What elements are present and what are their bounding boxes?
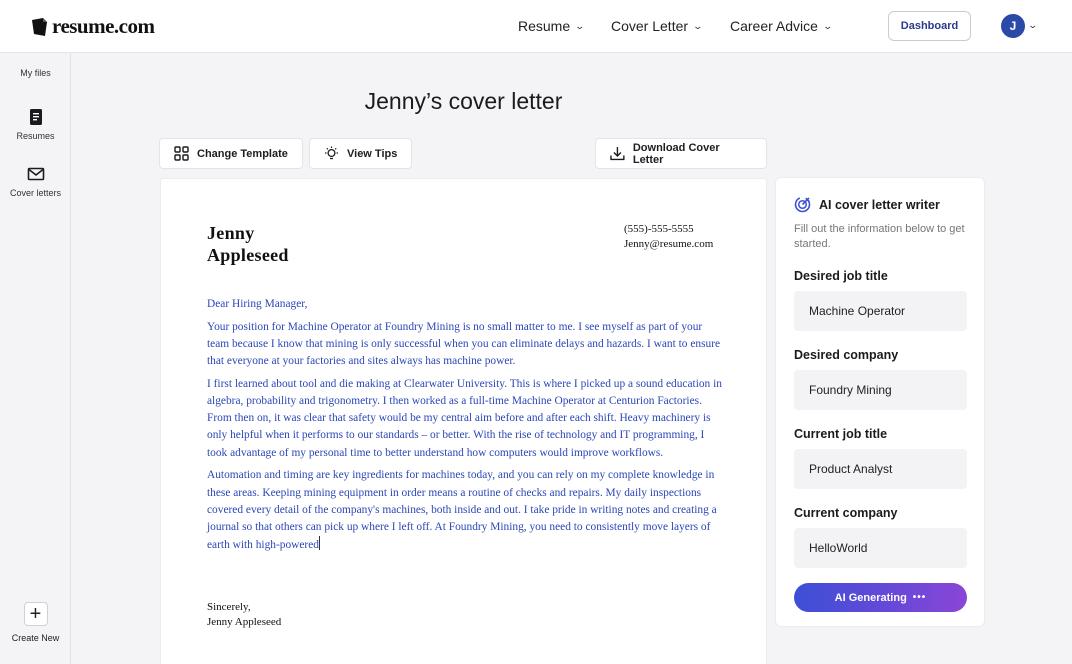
letter-body[interactable]: Dear Hiring Manager, Your position for M… <box>207 296 722 560</box>
text-cursor <box>318 536 320 551</box>
logo[interactable]: resume.com <box>31 14 155 39</box>
download-label: Download Cover Letter <box>632 141 720 166</box>
paragraph-last: Automation and timing are key ingredient… <box>207 467 722 554</box>
page-title: Jenny’s cover letter <box>364 88 563 114</box>
chevron-down-icon: ⌄ <box>692 20 704 31</box>
chevron-down-icon: ⌄ <box>822 20 833 31</box>
sidebar-item-label: Resumes <box>16 131 55 141</box>
phone: (555)-555-5555 <box>624 223 694 235</box>
document-icon <box>29 109 42 125</box>
grid-icon <box>174 146 189 161</box>
current-company-input[interactable]: HelloWorld <box>794 528 967 568</box>
applicant-name: Jenny Appleseed <box>207 222 289 266</box>
email: Jenny@resume.com <box>624 238 714 250</box>
ai-writer-panel: AI cover letter writer Fill out the info… <box>775 177 985 627</box>
plus-icon: + <box>23 602 48 626</box>
nav-career-advice-label: Career Advice <box>730 18 818 34</box>
desired-job-title-input[interactable]: Machine Operator <box>794 291 967 331</box>
nav-resume-label: Resume <box>518 18 571 34</box>
ai-panel-header: AI cover letter writer <box>794 196 940 213</box>
sidebar-item-resumes[interactable]: Resumes <box>0 108 71 141</box>
download-cover-letter-button[interactable]: Download Cover Letter <box>595 138 767 169</box>
paragraph: I first learned about tool and die makin… <box>207 377 722 459</box>
desired-job-title-label: Desired job title <box>794 269 888 283</box>
sign-off: Sincerely, <box>207 601 251 613</box>
view-tips-button[interactable]: View Tips <box>309 138 413 169</box>
nav-cover-letter[interactable]: Cover Letter ⌄ <box>611 18 704 34</box>
view-tips-label: View Tips <box>347 147 398 160</box>
contact-info: (555)-555-5555 Jenny@resume.com <box>624 222 713 252</box>
ai-panel-subtitle: Fill out the information below to get st… <box>794 223 965 250</box>
dashboard-button[interactable]: Dashboard <box>888 11 971 41</box>
cover-letter-document[interactable]: Jenny Appleseed (555)-555-5555 Jenny@res… <box>160 178 767 664</box>
closing: Sincerely, Jenny Appleseed <box>207 600 281 629</box>
sidebar-item-label: Cover letters <box>9 188 62 198</box>
ai-generate-label: AI Generating <box>834 591 907 604</box>
top-nav: resume.com Resume ⌄ Cover Letter ⌄ Caree… <box>0 0 1072 53</box>
ai-target-icon <box>794 196 811 213</box>
nav-career-advice[interactable]: Career Advice ⌄ <box>730 18 833 34</box>
ai-panel-title: AI cover letter writer <box>819 197 940 212</box>
last-name: Appleseed <box>207 245 289 265</box>
download-icon <box>610 147 625 161</box>
logo-text: resume.com <box>52 14 155 38</box>
sidebar-my-files: My files <box>20 68 51 78</box>
lightbulb-icon <box>325 146 338 160</box>
envelope-icon <box>27 167 44 181</box>
current-job-title-label: Current job title <box>794 427 888 441</box>
chevron-down-icon[interactable]: ⌄ <box>1027 20 1038 31</box>
paragraph: Your position for Machine Operator at Fo… <box>207 320 721 368</box>
sidebar: My files Resumes Cover letters + Create … <box>0 53 71 664</box>
desired-company-label: Desired company <box>794 348 899 362</box>
paragraph-text: Automation and timing are key ingredient… <box>207 469 717 552</box>
loading-dots-icon: ••• <box>912 592 927 603</box>
create-new-label: Create New <box>11 633 60 643</box>
desired-company-input[interactable]: Foundry Mining <box>794 370 967 410</box>
avatar[interactable]: J <box>1001 14 1025 38</box>
ai-generate-button[interactable]: AI Generating ••• <box>794 583 967 612</box>
signature: Jenny Appleseed <box>207 615 282 628</box>
nav-resume[interactable]: Resume ⌄ <box>518 18 586 34</box>
greeting: Dear Hiring Manager, <box>207 298 308 310</box>
chevron-down-icon: ⌄ <box>574 20 586 31</box>
resume-logo-icon <box>32 17 47 36</box>
create-new-button[interactable]: + Create New <box>0 602 71 643</box>
change-template-label: Change Template <box>197 147 288 160</box>
current-job-title-input[interactable]: Product Analyst <box>794 449 967 489</box>
first-name: Jenny <box>207 223 255 243</box>
nav-cover-letter-label: Cover Letter <box>611 18 689 34</box>
change-template-button[interactable]: Change Template <box>159 138 303 169</box>
current-company-label: Current company <box>794 506 898 520</box>
sidebar-item-cover-letters[interactable]: Cover letters <box>0 165 71 198</box>
